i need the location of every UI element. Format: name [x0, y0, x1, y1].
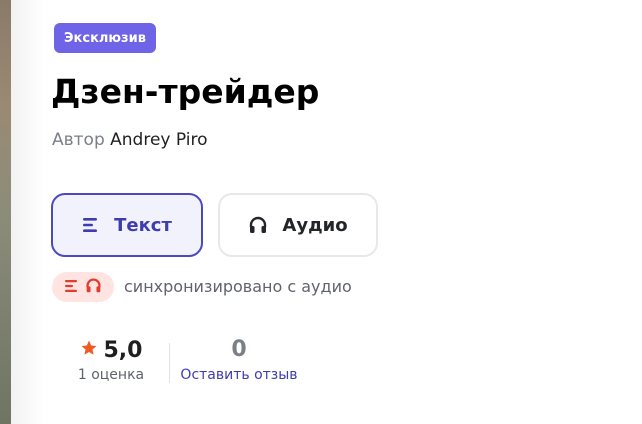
rating-value-row: 5,0 — [76, 335, 146, 365]
star-icon — [80, 339, 98, 361]
author-line: Автор Andrey Piro — [52, 128, 208, 152]
book-cover-edge[interactable] — [0, 0, 11, 424]
text-lines-icon — [64, 278, 79, 297]
author-label: Автор — [52, 130, 105, 150]
author-name-link[interactable]: Andrey Piro — [110, 130, 207, 150]
cover-shadow — [11, 0, 45, 424]
stats-divider — [169, 343, 170, 383]
rating-count: 1 оценка — [77, 367, 145, 383]
exclusive-badge: Эксклюзив — [54, 23, 156, 53]
headphones-icon — [248, 215, 268, 235]
text-format-label: Текст — [114, 214, 172, 236]
text-format-button[interactable]: Текст — [51, 193, 203, 257]
book-page: Эксклюзив Дзен-трейдер Автор Andrey Piro… — [0, 0, 642, 424]
exclusive-badge-label: Эксклюзив — [64, 30, 146, 46]
rating-value: 5,0 — [103, 337, 143, 363]
audio-format-button[interactable]: Аудио — [218, 193, 378, 257]
audio-format-label: Аудио — [282, 214, 348, 236]
book-title: Дзен-трейдер — [51, 72, 320, 111]
reviews-count: 0 — [231, 337, 247, 362]
sync-label: синхронизировано с аудио — [124, 277, 352, 296]
sync-badge — [52, 272, 114, 302]
text-lines-icon — [82, 217, 100, 233]
headphones-icon — [85, 277, 102, 298]
reviews-block: 0 Оставить отзыв — [178, 335, 300, 383]
leave-review-link[interactable]: Оставить отзыв — [178, 367, 300, 383]
rating-block: 5,0 1 оценка — [76, 335, 146, 384]
